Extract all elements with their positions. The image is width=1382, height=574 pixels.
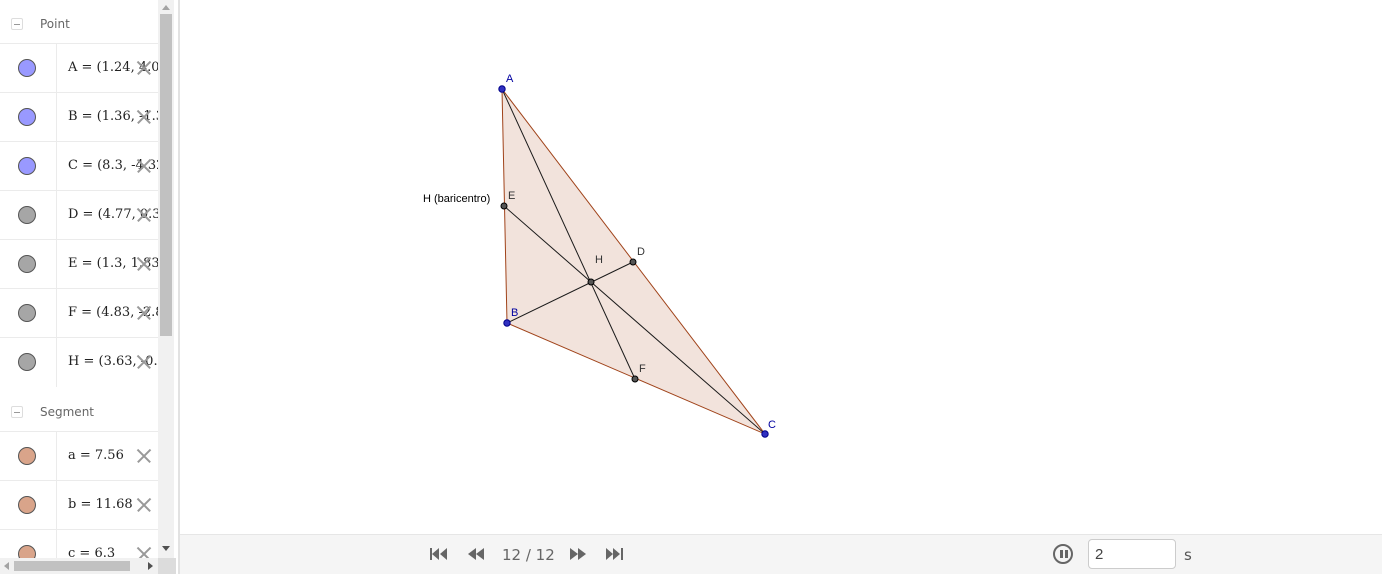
point-a[interactable] xyxy=(498,85,506,93)
group-label: Segment xyxy=(40,405,94,419)
algebra-view[interactable]: Point A = (1.24, 4.08)B = (1.36, -1.3)C =… xyxy=(0,0,176,574)
vertical-scrollbar[interactable] xyxy=(158,0,174,558)
visibility-toggle-icon[interactable] xyxy=(18,157,36,175)
delete-icon[interactable] xyxy=(136,109,152,125)
object-definition[interactable]: a = 7.56 xyxy=(68,448,124,463)
separator xyxy=(56,44,57,93)
visibility-toggle-icon[interactable] xyxy=(18,496,36,514)
object-definition[interactable]: b = 11.68 xyxy=(68,497,133,512)
next-slide-icon[interactable] xyxy=(569,547,587,561)
point-label-c: C xyxy=(768,419,776,431)
separator xyxy=(56,289,57,338)
speed-unit-label: s xyxy=(1184,546,1192,564)
separator xyxy=(56,240,57,289)
algebra-item[interactable]: E = (1.3, 1.83) xyxy=(0,239,158,289)
delete-icon[interactable] xyxy=(136,207,152,223)
point-d[interactable] xyxy=(629,258,637,266)
algebra-list[interactable]: Point A = (1.24, 4.08)B = (1.36, -1.3)C =… xyxy=(0,0,158,558)
point-c[interactable] xyxy=(761,430,769,438)
delete-icon[interactable] xyxy=(136,354,152,370)
separator xyxy=(56,142,57,191)
scroll-right-arrow-icon[interactable] xyxy=(148,562,153,570)
point-h[interactable] xyxy=(587,278,595,286)
speed-input[interactable] xyxy=(1088,539,1176,569)
delete-icon[interactable] xyxy=(136,497,152,513)
scroll-up-arrow-icon[interactable] xyxy=(162,5,170,10)
graphics-view[interactable]: A B C D E F H H (baricentro) xyxy=(180,0,1382,534)
delete-icon[interactable] xyxy=(136,60,152,76)
point-label-a: A xyxy=(506,73,514,85)
point-e[interactable] xyxy=(500,202,508,210)
algebra-item[interactable]: c = 6.3 xyxy=(0,529,158,558)
separator xyxy=(56,93,57,142)
algebra-item[interactable]: F = (4.83, -2.8) xyxy=(0,288,158,338)
scroll-down-arrow-icon[interactable] xyxy=(162,546,170,551)
algebra-item[interactable]: H = (3.63, -0.2) xyxy=(0,337,158,387)
delete-icon[interactable] xyxy=(136,305,152,321)
visibility-toggle-icon[interactable] xyxy=(18,353,36,371)
algebra-item[interactable]: a = 7.56 xyxy=(0,431,158,481)
visibility-toggle-icon[interactable] xyxy=(18,304,36,322)
separator xyxy=(56,432,57,481)
barycenter-annotation: H (baricentro) xyxy=(423,193,490,205)
algebra-item[interactable]: B = (1.36, -1.3) xyxy=(0,92,158,142)
point-label-b: B xyxy=(511,307,518,319)
visibility-toggle-icon[interactable] xyxy=(18,255,36,273)
group-header-point[interactable]: Point xyxy=(0,0,158,46)
separator xyxy=(56,481,57,530)
point-label-e: E xyxy=(508,190,515,202)
group-label: Point xyxy=(40,17,70,31)
algebra-item[interactable]: C = (8.3, -4.32) xyxy=(0,141,158,191)
algebra-item[interactable]: b = 11.68 xyxy=(0,480,158,530)
visibility-toggle-icon[interactable] xyxy=(18,447,36,465)
delete-icon[interactable] xyxy=(136,546,152,558)
point-label-d: D xyxy=(637,246,645,258)
pause-icon[interactable] xyxy=(1053,544,1073,564)
delete-icon[interactable] xyxy=(136,158,152,174)
visibility-toggle-icon[interactable] xyxy=(18,206,36,224)
scroll-left-arrow-icon[interactable] xyxy=(4,562,9,570)
first-slide-icon[interactable] xyxy=(430,547,448,561)
point-label-h: H xyxy=(595,254,603,266)
separator xyxy=(56,530,57,558)
algebra-item[interactable]: D = (4.77, 0.33) xyxy=(0,190,158,240)
slide-counter: 12 / 12 xyxy=(502,546,555,564)
scrollbar-thumb[interactable] xyxy=(160,14,172,336)
slide-player-bar: 12 / 12 s xyxy=(180,534,1382,574)
last-slide-icon[interactable] xyxy=(605,547,623,561)
scrollbar-corner xyxy=(158,558,176,574)
collapse-icon[interactable] xyxy=(11,406,23,418)
visibility-toggle-icon[interactable] xyxy=(18,545,36,558)
group-header-segment[interactable]: Segment xyxy=(0,388,158,434)
object-definition[interactable]: c = 6.3 xyxy=(68,546,115,558)
point-label-f: F xyxy=(639,363,646,375)
delete-icon[interactable] xyxy=(136,448,152,464)
separator xyxy=(56,191,57,240)
construction-canvas[interactable]: A B C D E F H H (baricentro) xyxy=(180,0,1382,534)
horizontal-scrollbar[interactable] xyxy=(0,558,158,574)
scrollbar-thumb[interactable] xyxy=(14,561,130,571)
separator xyxy=(56,338,57,387)
delete-icon[interactable] xyxy=(136,256,152,272)
previous-slide-icon[interactable] xyxy=(467,547,485,561)
point-b[interactable] xyxy=(503,319,511,327)
algebra-item[interactable]: A = (1.24, 4.08) xyxy=(0,43,158,93)
point-f[interactable] xyxy=(631,375,639,383)
visibility-toggle-icon[interactable] xyxy=(18,59,36,77)
collapse-icon[interactable] xyxy=(11,18,23,30)
visibility-toggle-icon[interactable] xyxy=(18,108,36,126)
